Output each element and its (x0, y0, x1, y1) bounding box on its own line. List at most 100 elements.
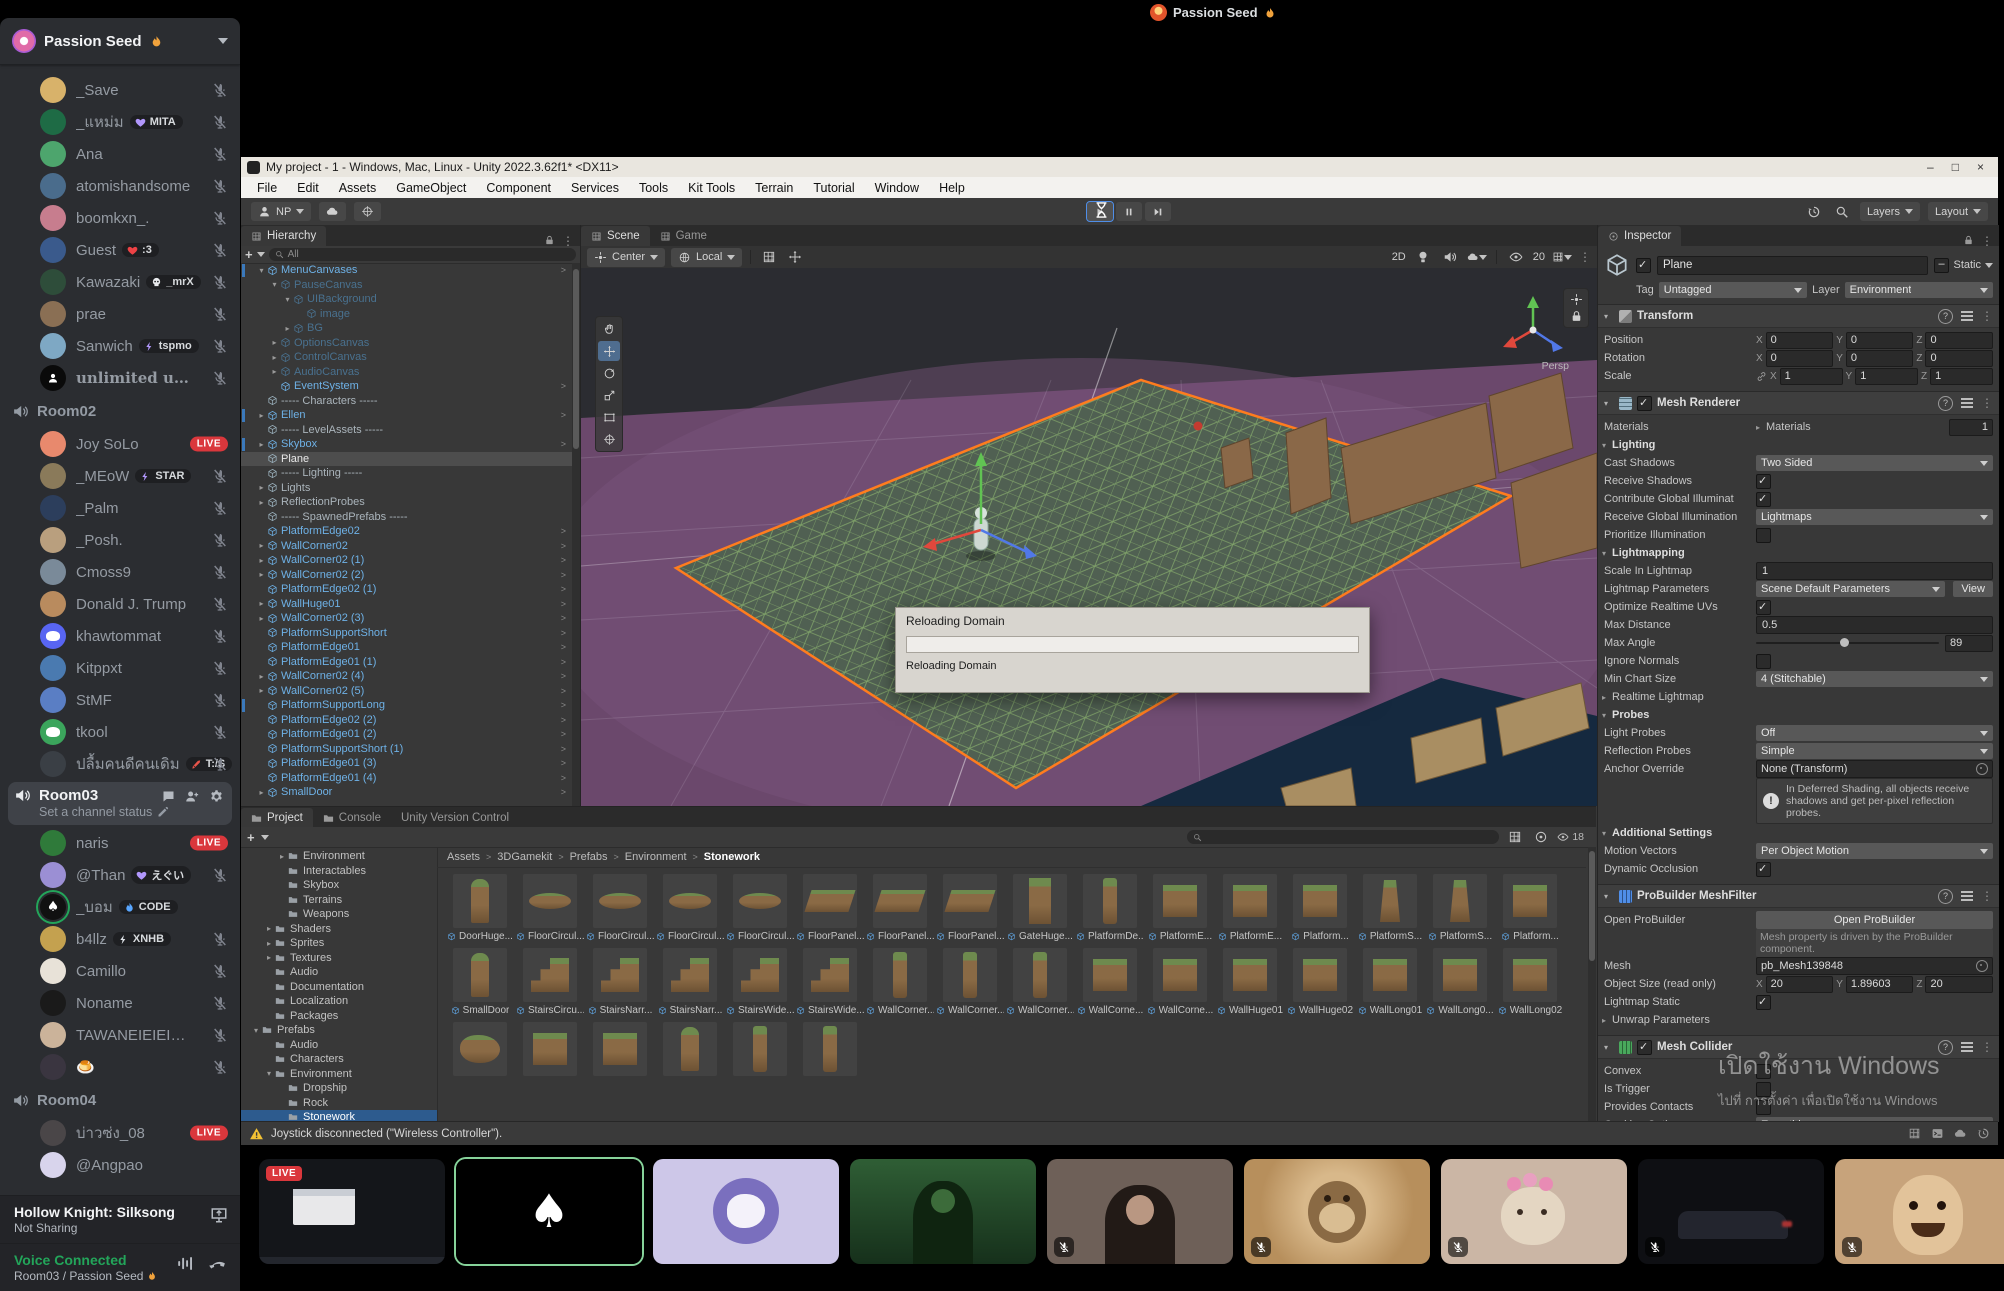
action-button[interactable]: Open ProBuilder (1756, 911, 1993, 929)
folder-row[interactable]: Interactables (241, 864, 437, 879)
minimize-button[interactable]: – (1927, 160, 1934, 174)
status-refresh-icon[interactable] (1977, 1127, 1990, 1140)
menu-item[interactable]: Tools (629, 181, 678, 195)
object-picker-icon[interactable] (1976, 960, 1988, 972)
asset-item[interactable]: WallCorner... (865, 948, 935, 1016)
undo-history-button[interactable] (1804, 202, 1824, 221)
bottom-panel-tab[interactable]: Console (313, 808, 391, 828)
inspector-row[interactable]: Max Angle 89 89 X Y (1604, 634, 1993, 652)
property-field[interactable]: 0.5 (1756, 616, 1993, 634)
breadcrumb-item[interactable]: Environment (625, 851, 687, 863)
menu-item[interactable]: GameObject (386, 181, 476, 195)
folder-row[interactable]: ▸ Sprites (241, 936, 437, 951)
inspector-row[interactable]: Receive Global Illumination Lightmaps Li… (1604, 508, 1993, 526)
hierarchy-item[interactable]: ▸ WallCorner02 (1) > (241, 553, 572, 568)
expand-arrow[interactable]: ▾ (269, 280, 280, 289)
expand-arrow[interactable]: ▸ (256, 556, 267, 565)
folder-row[interactable]: Dropship (241, 1081, 437, 1096)
step-button[interactable] (1145, 202, 1171, 221)
layout-dropdown[interactable]: Layout (1928, 202, 1988, 221)
member-row[interactable]: @Angpao (0, 1149, 240, 1181)
create-asset-button[interactable]: + (247, 830, 255, 845)
hierarchy-item[interactable]: PlatformEdge02 > (241, 524, 572, 539)
expand-arrow[interactable]: ▾ (264, 1069, 274, 1078)
layer-dropdown[interactable]: Environment (1845, 282, 1993, 298)
inspector-row[interactable]: Light Probes Off Off X Y (1604, 724, 1993, 742)
inspector-row[interactable]: Prioritize Illumination X Y (1604, 526, 1993, 544)
invite-icon[interactable] (185, 789, 200, 804)
hierarchy-item[interactable]: PlatformEdge01 (2) > (241, 727, 572, 742)
component-header[interactable]: ▾ Transform ? ⋮ (1598, 305, 1999, 328)
member-row[interactable]: Joy SoLoLIVE (0, 428, 240, 460)
create-object-button[interactable]: + (245, 247, 253, 262)
folder-row[interactable]: ▸ Environment (241, 849, 437, 864)
prefab-arrow[interactable]: > (561, 628, 566, 638)
hierarchy-item[interactable]: PlatformSupportShort > (241, 626, 572, 641)
object-field[interactable]: None (Transform) (1756, 760, 1993, 778)
subsection-header[interactable]: ▾Lighting (1602, 439, 1655, 451)
folder-row[interactable]: Characters (241, 1052, 437, 1067)
asset-item[interactable]: WallCorne... (1075, 948, 1145, 1016)
hierarchy-item[interactable]: ▸ OptionsCanvas > (241, 336, 572, 351)
prefab-arrow[interactable]: > (561, 381, 566, 391)
slider-value[interactable]: 89 (1945, 635, 1993, 652)
expand-arrow[interactable]: ▸ (282, 324, 293, 333)
asset-item[interactable]: FloorCircul... (655, 874, 725, 942)
property-checkbox[interactable] (1756, 474, 1771, 489)
participant-video-tile[interactable] (1638, 1159, 1824, 1264)
z-field[interactable]: 1 (1930, 368, 1993, 385)
z-field[interactable]: 20 (1925, 976, 1993, 993)
hierarchy-item[interactable]: EventSystem > (241, 379, 572, 394)
folder-row[interactable]: ▾ Prefabs (241, 1023, 437, 1038)
status-console-icon[interactable] (1931, 1127, 1944, 1140)
asset-item[interactable]: WallHuge02 (1285, 948, 1355, 1016)
lock-icon[interactable] (544, 235, 555, 246)
expand-arrow[interactable]: ▸ (256, 498, 267, 507)
preset-icon[interactable] (1961, 398, 1973, 408)
asset-item[interactable]: FloorCircul... (585, 874, 655, 942)
voice-channel-header[interactable]: Room04 (0, 1083, 240, 1117)
folder-row[interactable]: Localization (241, 994, 437, 1009)
hierarchy-item[interactable]: ▸ ControlCanvas > (241, 350, 572, 365)
expand-arrow[interactable]: ▸ (269, 338, 280, 347)
member-row[interactable]: Donald J. Trump (0, 588, 240, 620)
view-hand-tool[interactable] (598, 319, 620, 339)
menu-item[interactable]: Services (561, 181, 629, 195)
z-field[interactable]: 0 (1925, 350, 1993, 367)
member-row[interactable]: boomkxn_. (0, 202, 240, 234)
cloud-services-button[interactable] (319, 202, 346, 221)
folder-row[interactable]: ▸ Textures (241, 951, 437, 966)
expand-arrow[interactable]: ▸ (256, 614, 267, 623)
inspector-row[interactable]: X Y Z (1604, 929, 1993, 957)
participant-video-tile[interactable] (1835, 1159, 2004, 1264)
member-row[interactable]: @Thanえぐい (0, 859, 240, 891)
maximize-button[interactable]: □ (1952, 160, 1959, 174)
hierarchy-item[interactable]: PlatformSupportShort (1) > (241, 742, 572, 757)
rect-tool[interactable] (598, 407, 620, 427)
asset-item[interactable] (655, 1022, 725, 1076)
participant-video-tile[interactable] (1244, 1159, 1430, 1264)
grid-snap-button[interactable] (759, 248, 779, 267)
expand-arrow[interactable]: ▾ (251, 1026, 261, 1035)
prefab-arrow[interactable]: > (561, 265, 566, 275)
component-header[interactable]: ▾ ProBuilder MeshFilter ? ⋮ (1598, 885, 1999, 908)
component-menu-icon[interactable]: ⋮ (1981, 398, 1993, 408)
property-dropdown[interactable]: 4 (Stitchable) (1756, 671, 1993, 687)
inspector-row[interactable]: Max Distance 0.5 0.5 X Y (1604, 616, 1993, 634)
member-row[interactable]: _Palm (0, 492, 240, 524)
tool-handle-rotation-dropdown[interactable]: Local (671, 248, 742, 267)
status-warning-text[interactable]: Joystick disconnected ("Wireless Control… (271, 1128, 502, 1140)
inspector-row[interactable]: Lightmap Static X Y (1604, 993, 1993, 1011)
asset-item[interactable]: DoorHuge... (445, 874, 515, 942)
prefab-arrow[interactable]: > (561, 570, 566, 580)
menu-item[interactable]: Window (865, 181, 929, 195)
member-row[interactable]: _Save (0, 74, 240, 106)
expand-arrow[interactable]: ▸ (264, 924, 274, 933)
help-icon[interactable]: ? (1938, 309, 1953, 324)
view-button[interactable]: View (1953, 581, 1993, 597)
scene-audio-toggle[interactable] (1440, 248, 1460, 267)
asset-item[interactable]: PlatformE... (1215, 874, 1285, 942)
asset-item[interactable]: SmallDoor (445, 948, 515, 1016)
gear-icon[interactable] (209, 789, 224, 804)
inspector-row[interactable]: Receive Shadows X Y (1604, 472, 1993, 490)
